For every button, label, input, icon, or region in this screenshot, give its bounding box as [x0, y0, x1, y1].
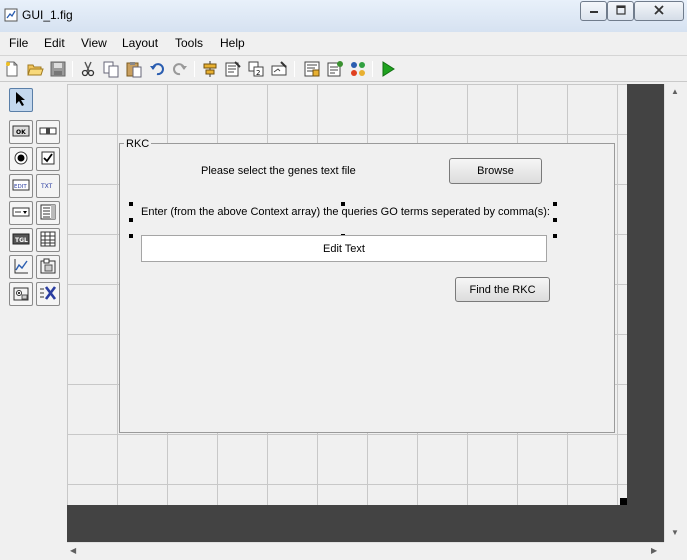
static-text-tool[interactable]: TXT	[36, 174, 60, 198]
select-tool[interactable]	[9, 88, 33, 112]
activex-icon	[39, 285, 57, 304]
checkbox-tool[interactable]	[36, 147, 60, 171]
toolbar-separator	[294, 61, 295, 77]
run-icon[interactable]	[379, 60, 397, 78]
paste-icon[interactable]	[125, 60, 143, 78]
push-button-tool-text: OK	[16, 129, 26, 136]
selection-handle[interactable]	[553, 234, 557, 238]
table-icon	[40, 231, 56, 250]
menu-tools[interactable]: Tools	[175, 36, 203, 50]
title-bar: GUI_1.fig	[0, 0, 687, 32]
menu-view[interactable]: View	[81, 36, 107, 50]
menu-edit[interactable]: Edit	[44, 36, 65, 50]
menu-editor-icon[interactable]	[224, 60, 242, 78]
radio-button-icon	[14, 151, 28, 168]
tab-order-icon[interactable]: 2	[247, 60, 265, 78]
static-text-tool-text: TXT	[40, 183, 53, 190]
panel-icon	[40, 258, 56, 277]
edit-text-icon: EDIT	[12, 179, 30, 194]
panel-title: RKC	[124, 138, 152, 150]
axes-icon	[13, 258, 29, 277]
find-rkc-button[interactable]: Find the RKC	[455, 277, 550, 302]
new-file-icon[interactable]	[3, 60, 21, 78]
toolbar-separator	[372, 61, 373, 77]
figure-boundary-bottom	[67, 505, 664, 542]
axes-tool[interactable]	[9, 255, 33, 279]
edit-text-tool[interactable]: EDIT	[9, 174, 33, 198]
figure-icon	[4, 8, 18, 22]
listbox-icon	[40, 204, 56, 223]
maximize-button[interactable]	[607, 1, 634, 21]
selection-handle[interactable]	[129, 234, 133, 238]
listbox-tool[interactable]	[36, 201, 60, 225]
toggle-button-tool[interactable]: TGL	[9, 228, 33, 252]
figure-resize-handle[interactable]	[620, 498, 627, 505]
popup-menu-tool[interactable]	[9, 201, 33, 225]
minimize-button[interactable]	[580, 1, 607, 21]
horizontal-scrollbar[interactable]: ◀ ▶	[67, 542, 664, 560]
edit-text-tool-text: EDIT	[14, 184, 27, 190]
selection-handle[interactable]	[129, 202, 133, 206]
selection-handle[interactable]	[553, 218, 557, 222]
toolbar: 2	[0, 56, 687, 82]
scroll-down-icon[interactable]: ▼	[671, 528, 679, 537]
figure-boundary-right	[627, 84, 664, 542]
select-genes-label: Please select the genes text file	[201, 165, 356, 177]
undo-icon[interactable]	[148, 60, 166, 78]
maximize-icon	[615, 4, 626, 18]
table-tool[interactable]	[36, 228, 60, 252]
push-button-tool[interactable]: OK	[9, 120, 33, 144]
menu-layout[interactable]: Layout	[122, 36, 158, 50]
selection-handle[interactable]	[553, 202, 557, 206]
save-icon[interactable]	[49, 60, 67, 78]
query-terms-label: Enter (from the above Context array) the…	[141, 206, 550, 218]
svg-text:2: 2	[256, 69, 260, 77]
selection-handle[interactable]	[129, 218, 133, 222]
popup-menu-icon	[12, 206, 30, 221]
open-folder-icon[interactable]	[26, 60, 44, 78]
panel-tool[interactable]	[36, 255, 60, 279]
align-objects-icon[interactable]	[201, 60, 219, 78]
checkbox-icon	[41, 151, 55, 168]
menu-help[interactable]: Help	[220, 36, 245, 50]
button-group-tool[interactable]	[9, 282, 33, 306]
toolbar-separator	[72, 61, 73, 77]
property-inspector-icon[interactable]	[326, 60, 344, 78]
slider-tool[interactable]	[36, 120, 60, 144]
browse-button[interactable]: Browse	[449, 158, 542, 184]
slider-icon	[39, 125, 57, 140]
toolbar-separator	[194, 61, 195, 77]
activex-tool[interactable]	[36, 282, 60, 306]
selection-handle[interactable]	[341, 202, 345, 206]
editor-icon[interactable]	[303, 60, 321, 78]
scroll-left-icon[interactable]: ◀	[70, 546, 76, 555]
window-title: GUI_1.fig	[22, 8, 73, 22]
redo-icon[interactable]	[171, 60, 189, 78]
button-group-icon	[13, 285, 29, 304]
toggle-button-tool-text: TGL	[15, 237, 28, 244]
static-text-icon: TXT	[39, 179, 57, 194]
menu-bar: File Edit View Layout Tools Help	[0, 32, 687, 56]
toggle-button-icon: TGL	[12, 233, 30, 248]
close-icon	[654, 4, 664, 18]
menu-file[interactable]: File	[9, 36, 28, 50]
push-button-icon: OK	[12, 125, 30, 140]
scroll-up-icon[interactable]: ▲	[671, 87, 679, 96]
vertical-scrollbar[interactable]: ▲ ▼	[664, 84, 687, 542]
object-browser-icon[interactable]	[349, 60, 367, 78]
copy-icon[interactable]	[102, 60, 120, 78]
close-button[interactable]	[634, 1, 684, 21]
radio-button-tool[interactable]	[9, 147, 33, 171]
toolbar-editor-icon[interactable]	[270, 60, 288, 78]
go-terms-edit-field[interactable]: Edit Text	[141, 235, 547, 262]
minimize-icon	[589, 4, 599, 18]
cut-icon[interactable]	[79, 60, 97, 78]
scroll-right-icon[interactable]: ▶	[651, 546, 657, 555]
arrow-cursor-icon	[14, 91, 28, 110]
